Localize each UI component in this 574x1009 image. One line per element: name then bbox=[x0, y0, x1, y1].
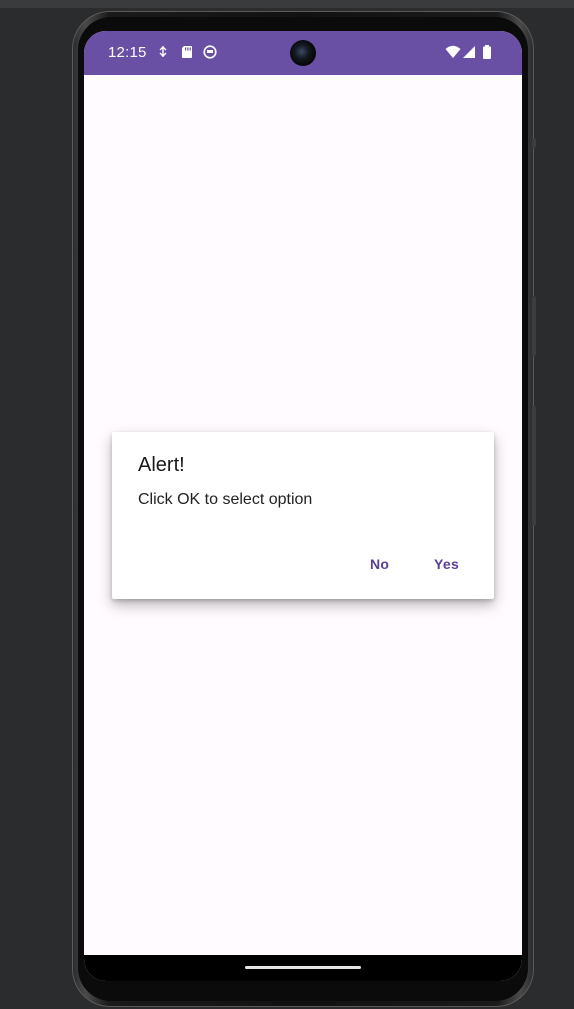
home-gesture-handle[interactable] bbox=[245, 966, 361, 969]
wifi-icon bbox=[445, 45, 461, 59]
alert-dialog: Alert! Click OK to select option No Yes bbox=[112, 432, 494, 599]
sd-card-icon bbox=[180, 45, 194, 59]
navigation-bar bbox=[84, 955, 522, 981]
app-notification-icon bbox=[203, 45, 217, 59]
dialog-title: Alert! bbox=[138, 454, 185, 476]
volume-up-button[interactable] bbox=[532, 296, 536, 356]
power-button[interactable] bbox=[532, 138, 536, 148]
dialog-message: Click OK to select option bbox=[138, 491, 313, 508]
emulator-top-bar bbox=[0, 0, 574, 8]
battery-icon bbox=[482, 45, 492, 59]
usb-debug-icon bbox=[156, 45, 170, 59]
status-time: 12:15 bbox=[108, 44, 147, 61]
device-screen: 12:15 Alert! Click OK to select option N… bbox=[84, 31, 522, 981]
cell-signal-icon bbox=[462, 45, 476, 59]
volume-down-button[interactable] bbox=[532, 406, 536, 526]
front-camera bbox=[290, 40, 316, 66]
status-bar: 12:15 bbox=[84, 31, 522, 75]
no-button[interactable]: No bbox=[366, 554, 393, 574]
yes-button[interactable]: Yes bbox=[430, 554, 463, 574]
